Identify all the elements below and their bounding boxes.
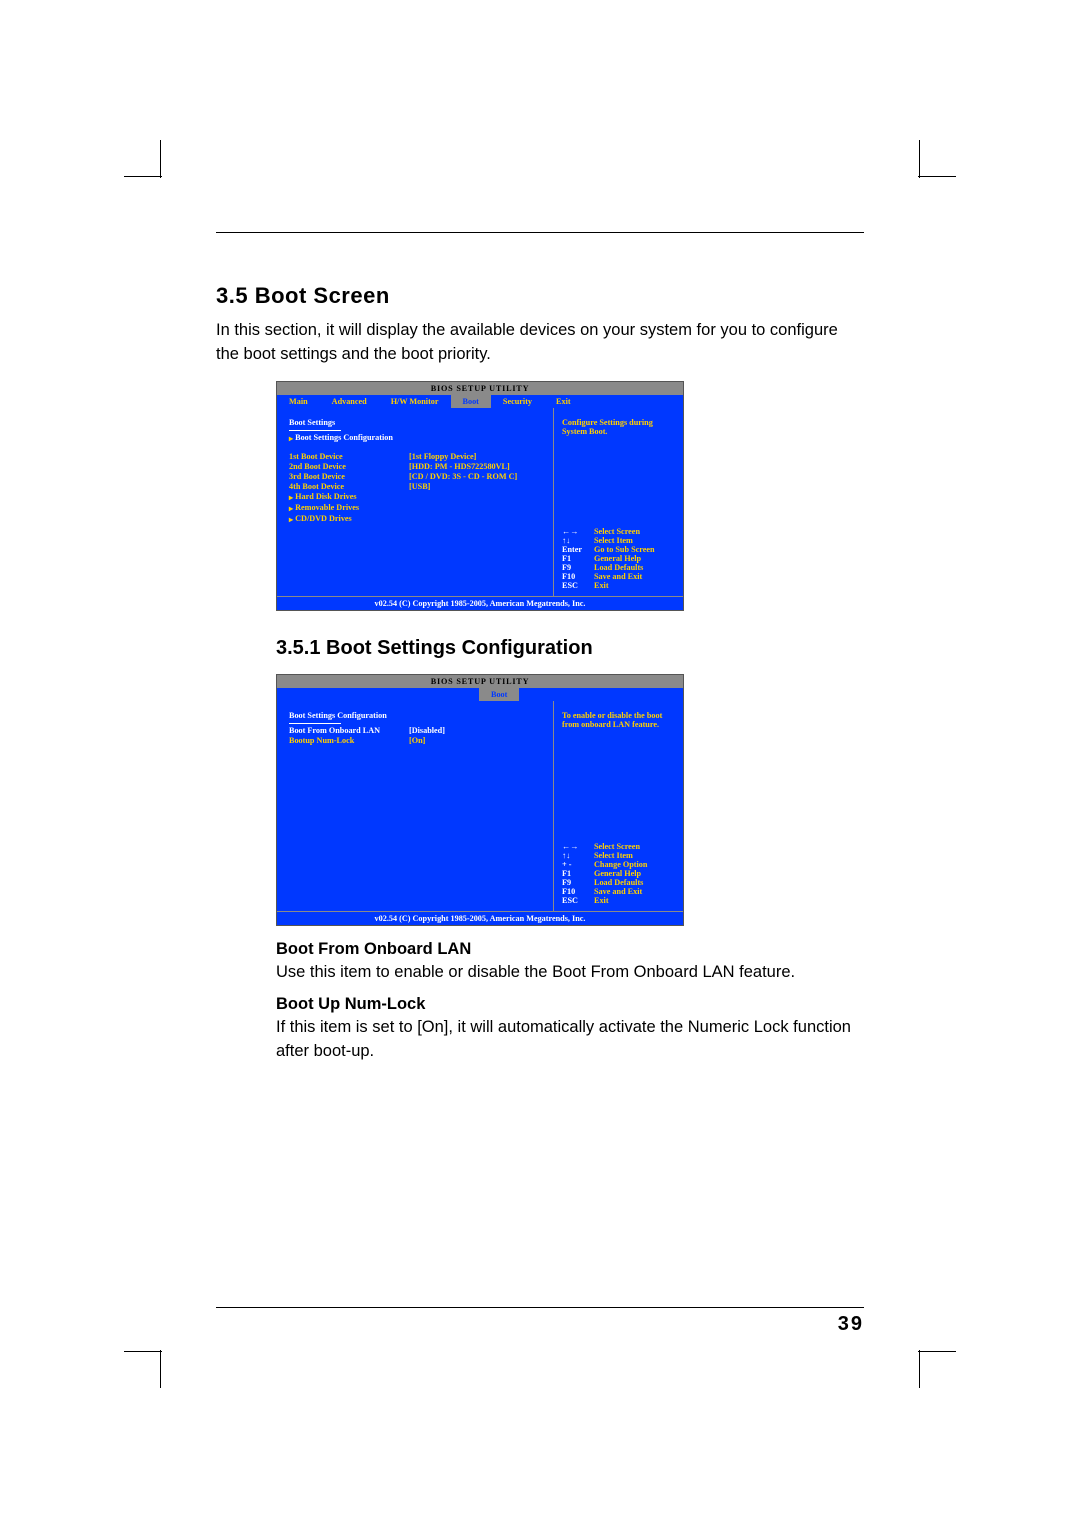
tab-security[interactable]: Security xyxy=(491,395,544,408)
subsection-heading: 3.5.1 Boot Settings Configuration xyxy=(276,637,864,660)
tab-advanced[interactable]: Advanced xyxy=(320,395,379,408)
help-key-list: ←→Select Screen ↑↓Select Item EnterGo to… xyxy=(562,527,677,590)
bios-help-pane: Configure Settings during System Boot. ←… xyxy=(553,408,683,596)
bios-tabs: Boot xyxy=(277,688,683,701)
bios-footer: v02.54 (C) Copyright 1985-2005, American… xyxy=(277,911,683,925)
bios-panel-boot: BIOS SETUP UTILITY Main Advanced H/W Mon… xyxy=(276,381,684,611)
bios-help-pane: To enable or disable the boot from onboa… xyxy=(553,701,683,911)
bios-section: Boot Settings Configuration xyxy=(289,711,545,720)
submenu-boot-settings-config[interactable]: Boot Settings Configuration xyxy=(289,433,545,443)
submenu-hdd[interactable]: Hard Disk Drives xyxy=(289,492,545,502)
submenu-removable[interactable]: Removable Drives xyxy=(289,503,545,513)
section-intro: In this section, it will display the ava… xyxy=(216,319,864,367)
option-heading-numlock: Boot Up Num-Lock xyxy=(276,995,864,1014)
row-2nd-boot[interactable]: 2nd Boot Device [HDD: PM - HDS722580VL] xyxy=(289,462,545,471)
section-heading: 3.5 Boot Screen xyxy=(216,283,864,309)
page-content: 3.5 Boot Screen In this section, it will… xyxy=(216,232,864,1308)
bios-panel-boot-settings-config: BIOS SETUP UTILITY Boot Boot Settings Co… xyxy=(276,674,684,926)
help-top: Configure Settings during System Boot. xyxy=(562,418,677,436)
help-key-list: ←→Select Screen ↑↓Select Item + -Change … xyxy=(562,842,677,905)
row-1st-boot[interactable]: 1st Boot Device [1st Floppy Device] xyxy=(289,452,545,461)
bios-section: Boot Settings xyxy=(289,418,545,427)
bios-tabs: Main Advanced H/W Monitor Boot Security … xyxy=(277,395,683,408)
help-top: To enable or disable the boot from onboa… xyxy=(562,711,677,729)
bios-left-pane: Boot Settings Configuration Boot From On… xyxy=(277,701,553,911)
bios-title: BIOS SETUP UTILITY xyxy=(277,382,683,395)
bios-footer: v02.54 (C) Copyright 1985-2005, American… xyxy=(277,596,683,610)
page-number: 39 xyxy=(838,1313,864,1336)
row-4th-boot[interactable]: 4th Boot Device [USB] xyxy=(289,482,545,491)
row-3rd-boot[interactable]: 3rd Boot Device [CD / DVD: 3S - CD - ROM… xyxy=(289,472,545,481)
bios-title: BIOS SETUP UTILITY xyxy=(277,675,683,688)
submenu-cddvd[interactable]: CD/DVD Drives xyxy=(289,514,545,524)
tab-hwmonitor[interactable]: H/W Monitor xyxy=(379,395,451,408)
tab-exit[interactable]: Exit xyxy=(544,395,583,408)
option-heading-lan: Boot From Onboard LAN xyxy=(276,940,864,959)
tab-main[interactable]: Main xyxy=(277,395,320,408)
tab-boot[interactable]: Boot xyxy=(479,688,519,701)
bios-left-pane: Boot Settings Boot Settings Configuratio… xyxy=(277,408,553,596)
tab-boot[interactable]: Boot xyxy=(451,395,491,408)
row-bootup-numlock[interactable]: Bootup Num-Lock [On] xyxy=(289,736,545,745)
row-boot-from-lan[interactable]: Boot From Onboard LAN [Disabled] xyxy=(289,726,545,735)
option-desc-numlock: If this item is set to [On], it will aut… xyxy=(276,1016,864,1064)
option-desc-lan: Use this item to enable or disable the B… xyxy=(276,961,864,985)
